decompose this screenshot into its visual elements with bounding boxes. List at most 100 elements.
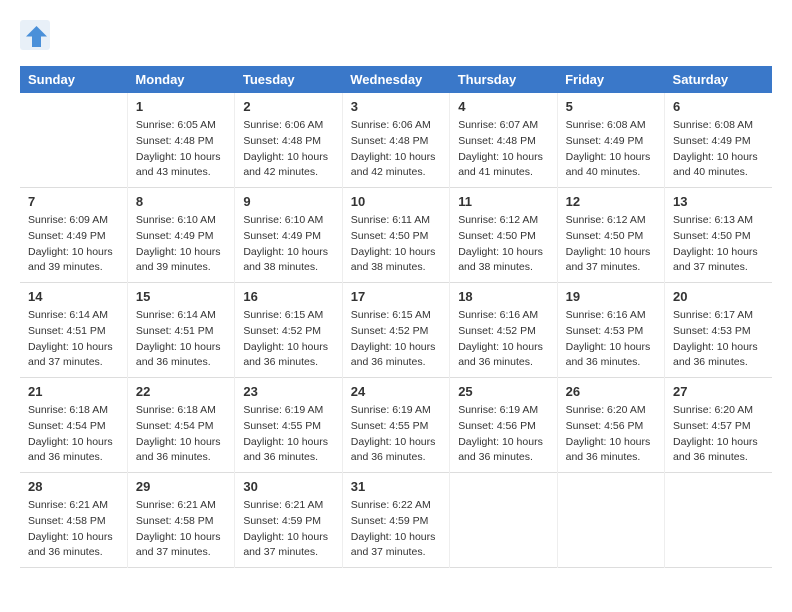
calendar-cell: 17Sunrise: 6:15 AMSunset: 4:52 PMDayligh… xyxy=(342,283,449,378)
day-number: 6 xyxy=(673,99,764,114)
calendar-cell: 25Sunrise: 6:19 AMSunset: 4:56 PMDayligh… xyxy=(450,378,557,473)
cell-details: Sunrise: 6:21 AMSunset: 4:58 PMDaylight:… xyxy=(28,498,119,561)
calendar-cell: 19 Sunrise: 6:16 AMSunset: 4:53 PMDayligh… xyxy=(557,283,664,378)
day-number: 4 xyxy=(458,99,548,114)
day-number: 27 xyxy=(673,384,764,399)
day-number: 10 xyxy=(351,194,441,209)
cell-details: Sunrise: 6:17 AMSunset: 4:53 PMDaylight:… xyxy=(673,308,764,371)
calendar-cell: 26 Sunrise: 6:20 AMSunset: 4:56 PMDayligh… xyxy=(557,378,664,473)
calendar-cell: 24 Sunrise: 6:19 AMSunset: 4:55 PMDayligh… xyxy=(342,378,449,473)
week-row-3: 14 Sunrise: 6:14 AMSunset: 4:51 PMDayligh… xyxy=(20,283,772,378)
day-number: 29 xyxy=(136,479,226,494)
cell-details: Sunrise: 6:18 AMSunset: 4:54 PMDaylight:… xyxy=(136,403,226,466)
cell-details: Sunrise: 6:20 AMSunset: 4:56 PMDaylight:… xyxy=(566,403,656,466)
week-row-5: 28 Sunrise: 6:21 AMSunset: 4:58 PMDayligh… xyxy=(20,473,772,568)
cell-details: Sunrise: 6:22 AMSunset: 4:59 PMDaylight:… xyxy=(351,498,441,561)
day-number: 25 xyxy=(458,384,548,399)
cell-details: Sunrise: 6:16 AMSunset: 4:53 PMDaylight:… xyxy=(566,308,656,371)
day-header-friday: Friday xyxy=(557,66,664,93)
calendar-cell xyxy=(665,473,772,568)
day-number: 31 xyxy=(351,479,441,494)
calendar-header: SundayMondayTuesdayWednesdayThursdayFrid… xyxy=(20,66,772,93)
day-number: 21 xyxy=(28,384,119,399)
calendar-body: 1Sunrise: 6:05 AMSunset: 4:48 PMDaylight… xyxy=(20,93,772,568)
calendar-cell: 8 Sunrise: 6:10 AMSunset: 4:49 PMDaylight… xyxy=(127,188,234,283)
cell-details: Sunrise: 6:05 AMSunset: 4:48 PMDaylight:… xyxy=(136,118,226,181)
day-number: 15 xyxy=(136,289,226,304)
calendar-cell xyxy=(450,473,557,568)
day-number: 11 xyxy=(458,194,548,209)
day-header-saturday: Saturday xyxy=(665,66,772,93)
cell-details: Sunrise: 6:07 AMSunset: 4:48 PMDaylight:… xyxy=(458,118,548,181)
day-number: 7 xyxy=(28,194,119,209)
day-number: 23 xyxy=(243,384,333,399)
week-row-4: 21 Sunrise: 6:18 AMSunset: 4:54 PMDayligh… xyxy=(20,378,772,473)
calendar-cell: 4 Sunrise: 6:07 AMSunset: 4:48 PMDaylight… xyxy=(450,93,557,188)
cell-details: Sunrise: 6:10 AMSunset: 4:49 PMDaylight:… xyxy=(243,213,333,276)
day-number: 2 xyxy=(243,99,333,114)
logo-icon xyxy=(20,20,50,50)
calendar-cell: 23 Sunrise: 6:19 AMSunset: 4:55 PMDayligh… xyxy=(235,378,342,473)
day-header-monday: Monday xyxy=(127,66,234,93)
calendar-cell: 20 Sunrise: 6:17 AMSunset: 4:53 PMDayligh… xyxy=(665,283,772,378)
day-number: 9 xyxy=(243,194,333,209)
cell-details: Sunrise: 6:20 AMSunset: 4:57 PMDaylight:… xyxy=(673,403,764,466)
day-number: 16 xyxy=(243,289,333,304)
calendar-cell: 9 Sunrise: 6:10 AMSunset: 4:49 PMDaylight… xyxy=(235,188,342,283)
calendar-cell: 15 Sunrise: 6:14 AMSunset: 4:51 PMDayligh… xyxy=(127,283,234,378)
cell-details: Sunrise: 6:11 AMSunset: 4:50 PMDaylight:… xyxy=(351,213,441,276)
calendar-cell: 1Sunrise: 6:05 AMSunset: 4:48 PMDaylight… xyxy=(127,93,234,188)
day-header-wednesday: Wednesday xyxy=(342,66,449,93)
day-number: 26 xyxy=(566,384,656,399)
calendar-cell: 11 Sunrise: 6:12 AMSunset: 4:50 PMDayligh… xyxy=(450,188,557,283)
calendar-cell: 6 Sunrise: 6:08 AMSunset: 4:49 PMDaylight… xyxy=(665,93,772,188)
cell-details: Sunrise: 6:09 AMSunset: 4:49 PMDaylight:… xyxy=(28,213,119,276)
cell-details: Sunrise: 6:19 AMSunset: 4:55 PMDaylight:… xyxy=(351,403,441,466)
day-number: 12 xyxy=(566,194,656,209)
calendar-cell: 31 Sunrise: 6:22 AMSunset: 4:59 PMDayligh… xyxy=(342,473,449,568)
day-header-sunday: Sunday xyxy=(20,66,127,93)
calendar-table: SundayMondayTuesdayWednesdayThursdayFrid… xyxy=(20,66,772,568)
day-number: 5 xyxy=(566,99,656,114)
day-number: 28 xyxy=(28,479,119,494)
header-row: SundayMondayTuesdayWednesdayThursdayFrid… xyxy=(20,66,772,93)
day-number: 13 xyxy=(673,194,764,209)
day-header-tuesday: Tuesday xyxy=(235,66,342,93)
calendar-cell: 27 Sunrise: 6:20 AMSunset: 4:57 PMDayligh… xyxy=(665,378,772,473)
day-number: 18 xyxy=(458,289,548,304)
day-number: 24 xyxy=(351,384,441,399)
day-number: 8 xyxy=(136,194,226,209)
cell-details: Sunrise: 6:19 AMSunset: 4:55 PMDaylight:… xyxy=(243,403,333,466)
cell-details: Sunrise: 6:10 AMSunset: 4:49 PMDaylight:… xyxy=(136,213,226,276)
calendar-cell: 22 Sunrise: 6:18 AMSunset: 4:54 PMDayligh… xyxy=(127,378,234,473)
day-number: 3 xyxy=(351,99,441,114)
cell-details: Sunrise: 6:14 AMSunset: 4:51 PMDaylight:… xyxy=(28,308,119,371)
day-number: 22 xyxy=(136,384,226,399)
day-header-thursday: Thursday xyxy=(450,66,557,93)
calendar-cell xyxy=(20,93,127,188)
cell-details: Sunrise: 6:08 AMSunset: 4:49 PMDaylight:… xyxy=(566,118,656,181)
calendar-cell: 10 Sunrise: 6:11 AMSunset: 4:50 PMDayligh… xyxy=(342,188,449,283)
calendar-cell: 30 Sunrise: 6:21 AMSunset: 4:59 PMDayligh… xyxy=(235,473,342,568)
day-number: 14 xyxy=(28,289,119,304)
cell-details: Sunrise: 6:13 AMSunset: 4:50 PMDaylight:… xyxy=(673,213,764,276)
cell-details: Sunrise: 6:18 AMSunset: 4:54 PMDaylight:… xyxy=(28,403,119,466)
calendar-cell: 3 Sunrise: 6:06 AMSunset: 4:48 PMDaylight… xyxy=(342,93,449,188)
week-row-1: 1Sunrise: 6:05 AMSunset: 4:48 PMDaylight… xyxy=(20,93,772,188)
cell-details: Sunrise: 6:06 AMSunset: 4:48 PMDaylight:… xyxy=(351,118,441,181)
day-number: 30 xyxy=(243,479,333,494)
day-number: 19 xyxy=(566,289,656,304)
cell-details: Sunrise: 6:06 AMSunset: 4:48 PMDaylight:… xyxy=(243,118,333,181)
cell-details: Sunrise: 6:21 AMSunset: 4:59 PMDaylight:… xyxy=(243,498,333,561)
calendar-cell: 5 Sunrise: 6:08 AMSunset: 4:49 PMDaylight… xyxy=(557,93,664,188)
cell-details: Sunrise: 6:14 AMSunset: 4:51 PMDaylight:… xyxy=(136,308,226,371)
cell-details: Sunrise: 6:12 AMSunset: 4:50 PMDaylight:… xyxy=(566,213,656,276)
cell-details: Sunrise: 6:08 AMSunset: 4:49 PMDaylight:… xyxy=(673,118,764,181)
cell-details: Sunrise: 6:16 AMSunset: 4:52 PMDaylight:… xyxy=(458,308,548,371)
day-number: 17 xyxy=(351,289,441,304)
day-number: 20 xyxy=(673,289,764,304)
cell-details: Sunrise: 6:21 AMSunset: 4:58 PMDaylight:… xyxy=(136,498,226,561)
calendar-cell: 7 Sunrise: 6:09 AMSunset: 4:49 PMDaylight… xyxy=(20,188,127,283)
cell-details: Sunrise: 6:12 AMSunset: 4:50 PMDaylight:… xyxy=(458,213,548,276)
logo xyxy=(20,20,54,50)
